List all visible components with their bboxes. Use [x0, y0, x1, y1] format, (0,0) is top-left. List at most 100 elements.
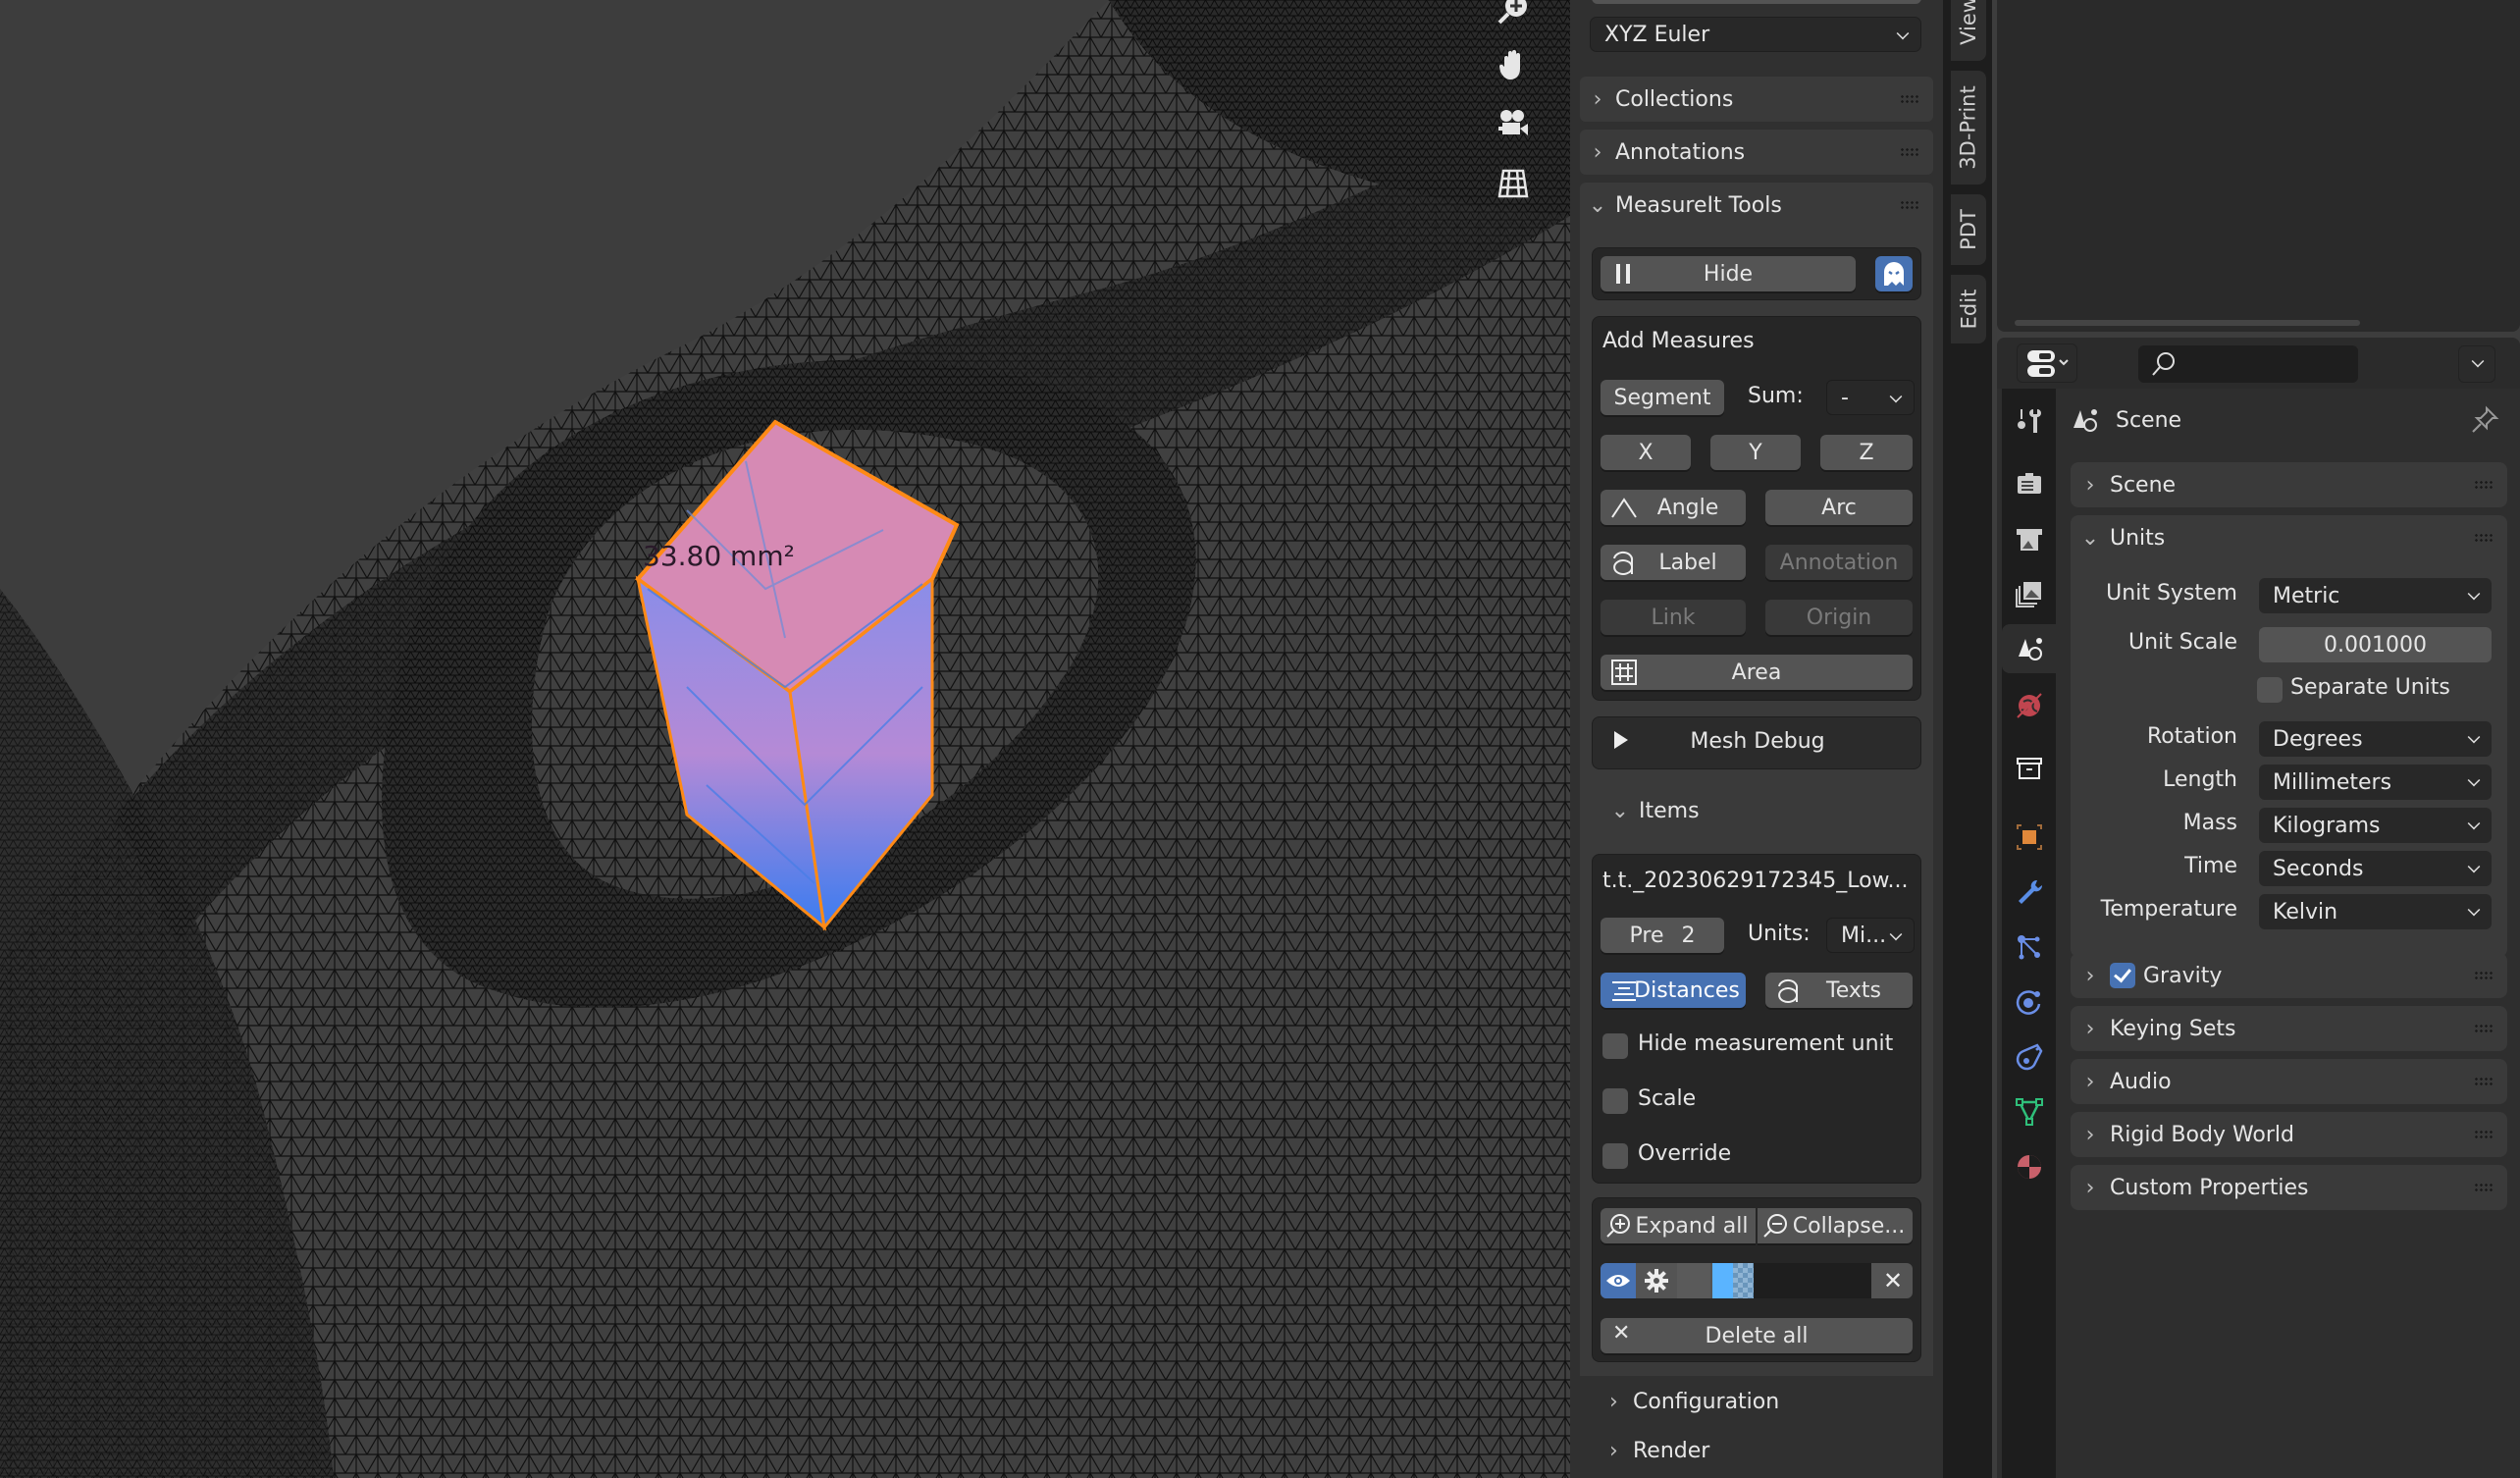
drag-grip-icon[interactable] — [2474, 480, 2494, 490]
field-above[interactable] — [1592, 0, 1921, 4]
z-label: Z — [1859, 440, 1874, 465]
panel-header-measureit-tools[interactable]: ⌄ MeasureIt Tools — [1580, 183, 1933, 228]
tab-edit[interactable]: Edit — [1951, 275, 1986, 343]
area-button[interactable]: Area — [1601, 655, 1913, 690]
units-dropdown[interactable]: Mi... — [1826, 918, 1915, 953]
pin-icon[interactable] — [2469, 404, 2500, 436]
tab-physics[interactable] — [2002, 977, 2056, 1027]
panel-gravity[interactable]: › Gravity — [2071, 953, 2507, 998]
tab-constraints[interactable] — [2002, 1032, 2056, 1082]
delete-all-button[interactable]: ✕ Delete all — [1601, 1318, 1913, 1353]
tab-tool[interactable] — [2002, 396, 2056, 446]
sum-value: - — [1841, 385, 1849, 410]
items-subpanel-header[interactable]: ⌄ Items — [1580, 785, 1933, 836]
unit-system-dropdown[interactable]: Metric — [2259, 578, 2492, 613]
unit-system-label: Unit System — [2106, 581, 2237, 606]
collapse-all-button[interactable]: Collapse... — [1758, 1208, 1913, 1243]
settings-button[interactable] — [1638, 1263, 1675, 1298]
sidebar-n-panel: XYZ Euler › Collections › Annotations ⌄ … — [1570, 0, 1943, 1478]
panel-header-collections[interactable]: › Collections — [1580, 77, 1933, 122]
tab-data[interactable] — [2002, 1087, 2056, 1136]
annotation-button[interactable]: Annotation — [1765, 545, 1913, 580]
search-input[interactable] — [2138, 345, 2358, 383]
options-dropdown[interactable] — [2458, 345, 2495, 383]
temperature-dropdown[interactable]: Kelvin — [2259, 894, 2492, 929]
x-axis-button[interactable]: X — [1601, 435, 1691, 470]
hide-measurement-unit-checkbox[interactable] — [1602, 1033, 1628, 1059]
panel-title: Gravity — [2143, 963, 2223, 988]
tab-3d-print[interactable]: 3D-Print — [1951, 71, 1986, 185]
drag-grip-icon[interactable] — [2474, 1077, 2494, 1086]
unit-scale-field[interactable]: 0.001000 — [2259, 627, 2492, 662]
drag-grip-icon[interactable] — [2474, 1183, 2494, 1192]
drag-grip-icon[interactable] — [1900, 147, 1919, 157]
camera-view-icon[interactable] — [1492, 102, 1535, 145]
unit-scale-label: Unit Scale — [2128, 630, 2237, 655]
measure-name-field[interactable] — [1754, 1263, 1871, 1298]
panel-rigid-body-world[interactable]: › Rigid Body World — [2071, 1112, 2507, 1157]
hand-pan-icon[interactable] — [1492, 43, 1535, 86]
hide-button[interactable]: Hide — [1601, 256, 1856, 291]
tab-pdt[interactable]: PDT — [1951, 194, 1986, 265]
chevron-right-icon: › — [1609, 1439, 1618, 1463]
z-axis-button[interactable]: Z — [1820, 435, 1913, 470]
orthographic-grid-icon[interactable] — [1492, 161, 1535, 204]
separate-units-checkbox[interactable] — [2257, 677, 2283, 703]
panel-header-annotations[interactable]: › Annotations — [1580, 130, 1933, 175]
horizontal-scrollbar[interactable] — [2015, 320, 2360, 326]
gravity-checkbox[interactable] — [2110, 963, 2135, 988]
drag-grip-icon[interactable] — [2474, 971, 2494, 980]
link-label: Link — [1651, 605, 1696, 630]
tab-view[interactable]: View — [1951, 0, 1986, 61]
precision-field[interactable]: Pre 2 — [1601, 918, 1724, 953]
y-axis-button[interactable]: Y — [1710, 435, 1801, 470]
3d-viewport[interactable]: 33.80 mm² — [0, 0, 1570, 1478]
ghost-toggle-button[interactable] — [1875, 256, 1913, 291]
panel-units[interactable]: ⌄ Units — [2071, 515, 2507, 560]
temperature-value: Kelvin — [2273, 899, 2338, 924]
remove-item-button[interactable]: ✕ — [1873, 1263, 1913, 1298]
text-a-icon — [1610, 549, 1638, 576]
tab-material[interactable] — [2002, 1142, 2056, 1191]
color-swatch[interactable] — [1712, 1263, 1754, 1298]
mesh-debug-panel[interactable]: Mesh Debug — [1592, 716, 1921, 769]
add-measures-box: Add Measures Segment Sum: - X Y Z Angle … — [1592, 316, 1921, 701]
texts-tab[interactable]: Texts — [1765, 973, 1913, 1008]
panel-keying-sets[interactable]: › Keying Sets — [2071, 1006, 2507, 1051]
label-button[interactable]: Label — [1601, 545, 1746, 580]
drag-grip-icon[interactable] — [1900, 200, 1919, 210]
expand-all-label: Expand all — [1635, 1213, 1749, 1239]
time-dropdown[interactable]: Seconds — [2259, 851, 2492, 886]
rotation-mode-dropdown[interactable]: XYZ Euler — [1590, 17, 1921, 52]
drag-grip-icon[interactable] — [1900, 94, 1919, 104]
tab-output[interactable] — [2002, 514, 2056, 563]
panel-custom-properties[interactable]: › Custom Properties — [2071, 1165, 2507, 1210]
length-dropdown[interactable]: Millimeters — [2259, 765, 2492, 800]
mass-dropdown[interactable]: Kilograms — [2259, 808, 2492, 843]
zoom-icon[interactable] — [1492, 0, 1535, 31]
panel-scene[interactable]: › Scene — [2071, 462, 2507, 507]
sum-dropdown[interactable]: - — [1826, 380, 1915, 415]
angle-button[interactable]: Angle — [1601, 490, 1746, 525]
drag-grip-icon[interactable] — [2474, 533, 2494, 543]
panel-audio[interactable]: › Audio — [2071, 1059, 2507, 1104]
render-subpanel[interactable]: › Render — [1609, 1439, 1709, 1463]
tab-particles[interactable] — [2002, 923, 2056, 972]
tab-world[interactable] — [2002, 681, 2056, 730]
expand-all-button[interactable]: Expand all — [1601, 1208, 1756, 1243]
drag-grip-icon[interactable] — [2474, 1024, 2494, 1033]
rotation-dropdown[interactable]: Degrees — [2259, 721, 2492, 757]
drag-grip-icon[interactable] — [2474, 1130, 2494, 1139]
tab-render[interactable] — [2002, 459, 2056, 508]
visibility-toggle[interactable] — [1601, 1263, 1636, 1298]
segment-button[interactable]: Segment — [1601, 380, 1724, 415]
scale-checkbox[interactable] — [1602, 1088, 1628, 1114]
editor-type-button[interactable] — [2017, 343, 2077, 383]
scene-icon — [2074, 409, 2097, 432]
origin-button[interactable]: Origin — [1765, 600, 1913, 635]
configuration-subpanel[interactable]: › Configuration — [1609, 1390, 1779, 1414]
distances-tab[interactable]: Distances — [1601, 973, 1746, 1008]
link-button[interactable]: Link — [1601, 600, 1746, 635]
override-checkbox[interactable] — [1602, 1143, 1628, 1169]
arc-button[interactable]: Arc — [1765, 490, 1913, 525]
